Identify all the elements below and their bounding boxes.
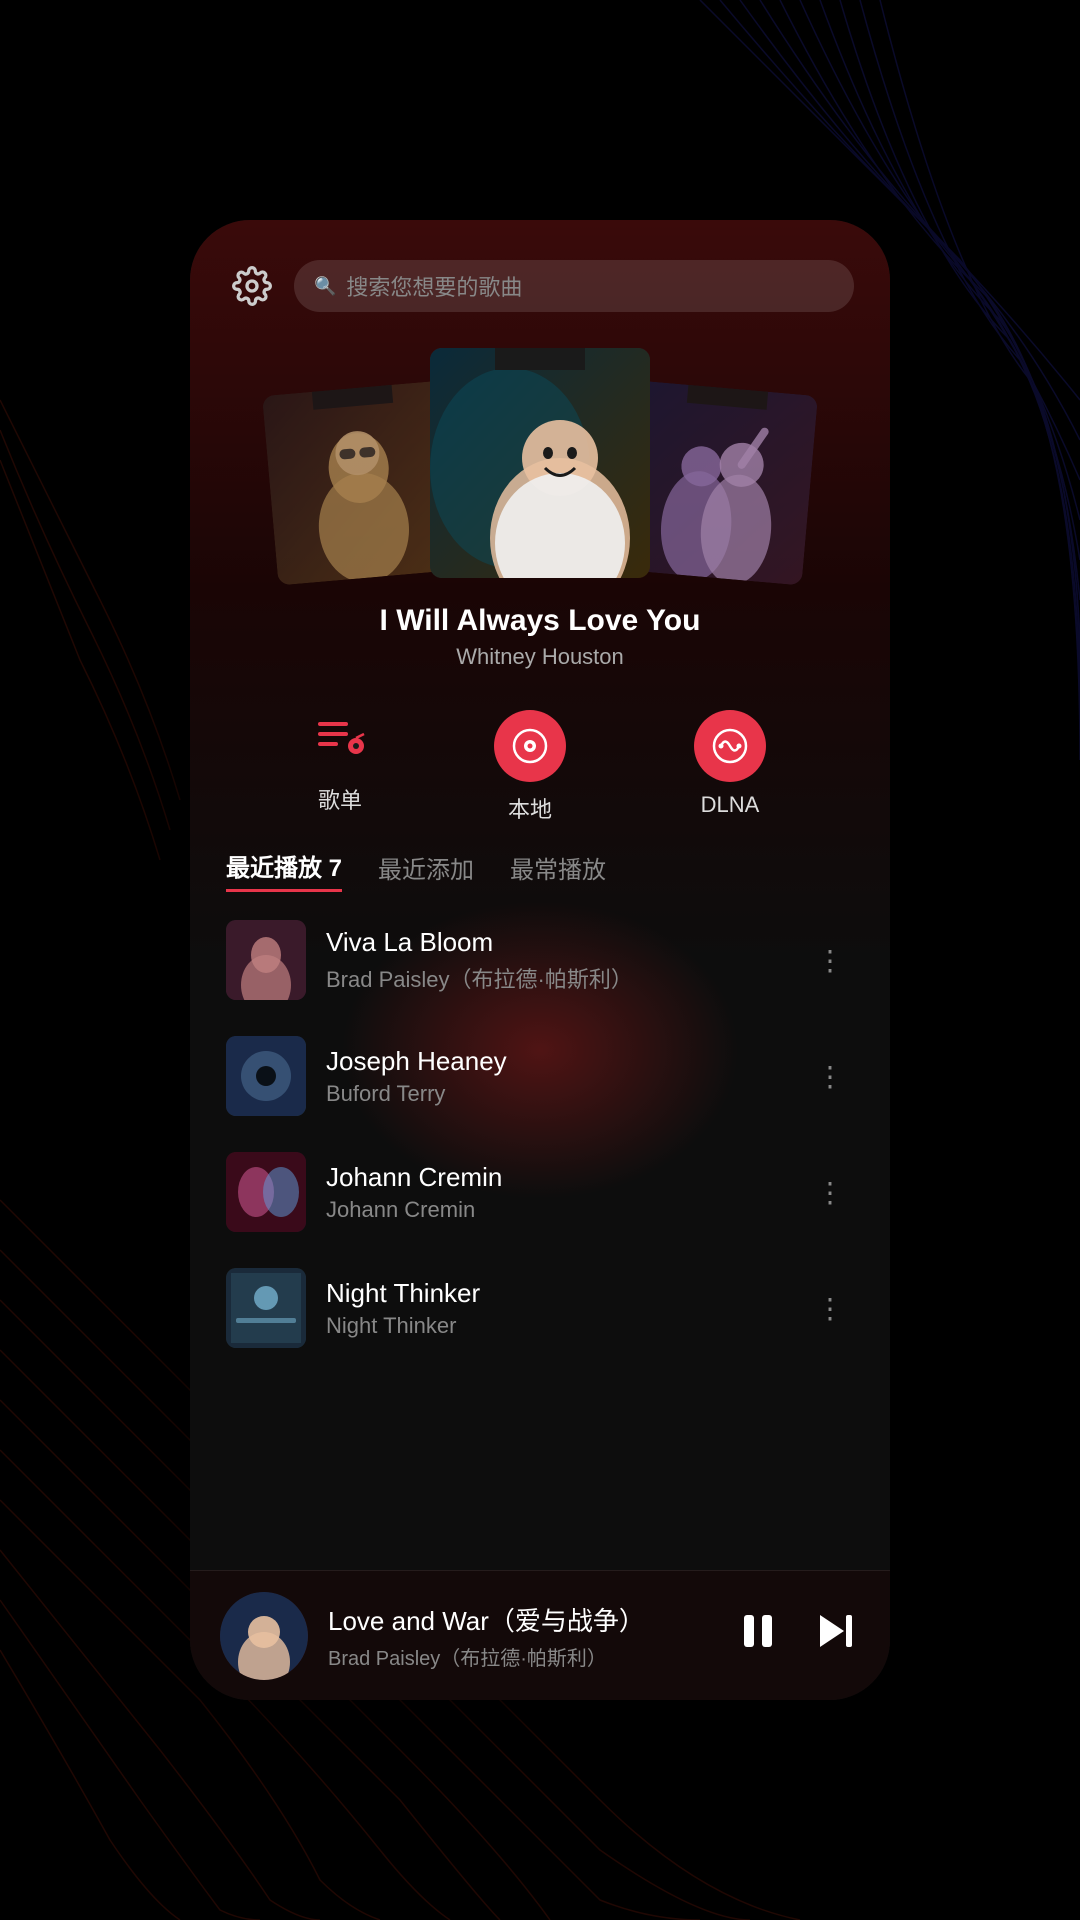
- header: 🔍 搜索您想要的歌曲: [190, 220, 890, 328]
- song-more-button[interactable]: ⋮: [806, 934, 854, 987]
- song-artist: Brad Paisley（布拉德·帕斯利）: [326, 962, 786, 994]
- song-artist: Night Thinker: [326, 1313, 786, 1339]
- featured-song-info: I Will Always Love You Whitney Houston: [190, 588, 890, 690]
- now-playing-text: Love and War（爱与战争） Brad Paisley（布拉德·帕斯利）: [328, 1601, 714, 1671]
- song-more-button[interactable]: ⋮: [806, 1166, 854, 1219]
- featured-song-artist: Whitney Houston: [190, 644, 890, 670]
- song-more-button[interactable]: ⋮: [806, 1050, 854, 1103]
- song-item[interactable]: Night Thinker Night Thinker ⋮: [190, 1250, 890, 1366]
- tabs-row: 最近播放 7 最近添加 最常播放: [190, 848, 890, 892]
- now-playing-artist: Brad Paisley（布拉德·帕斯利）: [328, 1642, 714, 1671]
- featured-song-title: I Will Always Love You: [190, 604, 890, 638]
- tab-most-played[interactable]: 最常播放: [510, 850, 606, 891]
- next-button[interactable]: [812, 1607, 860, 1664]
- song-text: Joseph Heaney Buford Terry: [326, 1046, 786, 1107]
- tab-recent-add[interactable]: 最近添加: [378, 850, 474, 891]
- pause-button[interactable]: [734, 1607, 782, 1664]
- search-placeholder: 搜索您想要的歌曲: [346, 270, 522, 302]
- nav-local[interactable]: 本地: [494, 710, 566, 824]
- now-playing-title: Love and War（爱与战争）: [328, 1601, 714, 1638]
- nav-icons-row: 歌单 本地: [190, 690, 890, 848]
- song-text: Johann Cremin Johann Cremin: [326, 1162, 786, 1223]
- song-artist: Johann Cremin: [326, 1197, 786, 1223]
- search-bar[interactable]: 🔍 搜索您想要的歌曲: [294, 260, 854, 312]
- search-icon: 🔍: [314, 276, 336, 297]
- dlna-icon: [694, 710, 766, 782]
- playlist-icon: [314, 710, 366, 773]
- local-icon: [494, 710, 566, 782]
- vinyl-top-center: [495, 348, 585, 370]
- album-image-right: [622, 381, 818, 586]
- album-card-center[interactable]: [430, 348, 650, 578]
- song-text: Viva La Bloom Brad Paisley（布拉德·帕斯利）: [326, 927, 786, 994]
- song-item[interactable]: Johann Cremin Johann Cremin ⋮: [190, 1134, 890, 1250]
- song-title: Joseph Heaney: [326, 1046, 786, 1077]
- nav-playlist-label: 歌单: [318, 783, 362, 815]
- now-playing-thumbnail: [220, 1592, 308, 1680]
- album-card-left[interactable]: [262, 381, 458, 586]
- album-image-center: [430, 348, 650, 578]
- song-title: Night Thinker: [326, 1278, 786, 1309]
- song-artist: Buford Terry: [326, 1081, 786, 1107]
- album-carousel: [190, 328, 890, 588]
- gear-icon: [232, 266, 272, 306]
- nav-playlist[interactable]: 歌单: [314, 710, 366, 824]
- song-text: Night Thinker Night Thinker: [326, 1278, 786, 1339]
- nav-dlna-label: DLNA: [701, 792, 760, 818]
- settings-button[interactable]: [226, 260, 278, 312]
- phone-frame: 🔍 搜索您想要的歌曲: [190, 220, 890, 1700]
- album-card-right[interactable]: [622, 381, 818, 586]
- song-thumbnail: [226, 1152, 306, 1232]
- song-item[interactable]: Joseph Heaney Buford Terry ⋮: [190, 1018, 890, 1134]
- song-item[interactable]: Viva La Bloom Brad Paisley（布拉德·帕斯利） ⋮: [190, 902, 890, 1018]
- nav-dlna[interactable]: DLNA: [694, 710, 766, 824]
- song-thumbnail: [226, 920, 306, 1000]
- nav-local-label: 本地: [508, 792, 552, 824]
- song-title: Viva La Bloom: [326, 927, 786, 958]
- playback-controls: [734, 1607, 860, 1664]
- now-playing-bar[interactable]: Love and War（爱与战争） Brad Paisley（布拉德·帕斯利）: [190, 1570, 890, 1700]
- song-more-button[interactable]: ⋮: [806, 1282, 854, 1335]
- song-thumbnail: [226, 1268, 306, 1348]
- song-thumbnail: [226, 1036, 306, 1116]
- song-title: Johann Cremin: [326, 1162, 786, 1193]
- tab-recent-play[interactable]: 最近播放 7: [226, 848, 342, 892]
- album-image-left: [262, 381, 458, 586]
